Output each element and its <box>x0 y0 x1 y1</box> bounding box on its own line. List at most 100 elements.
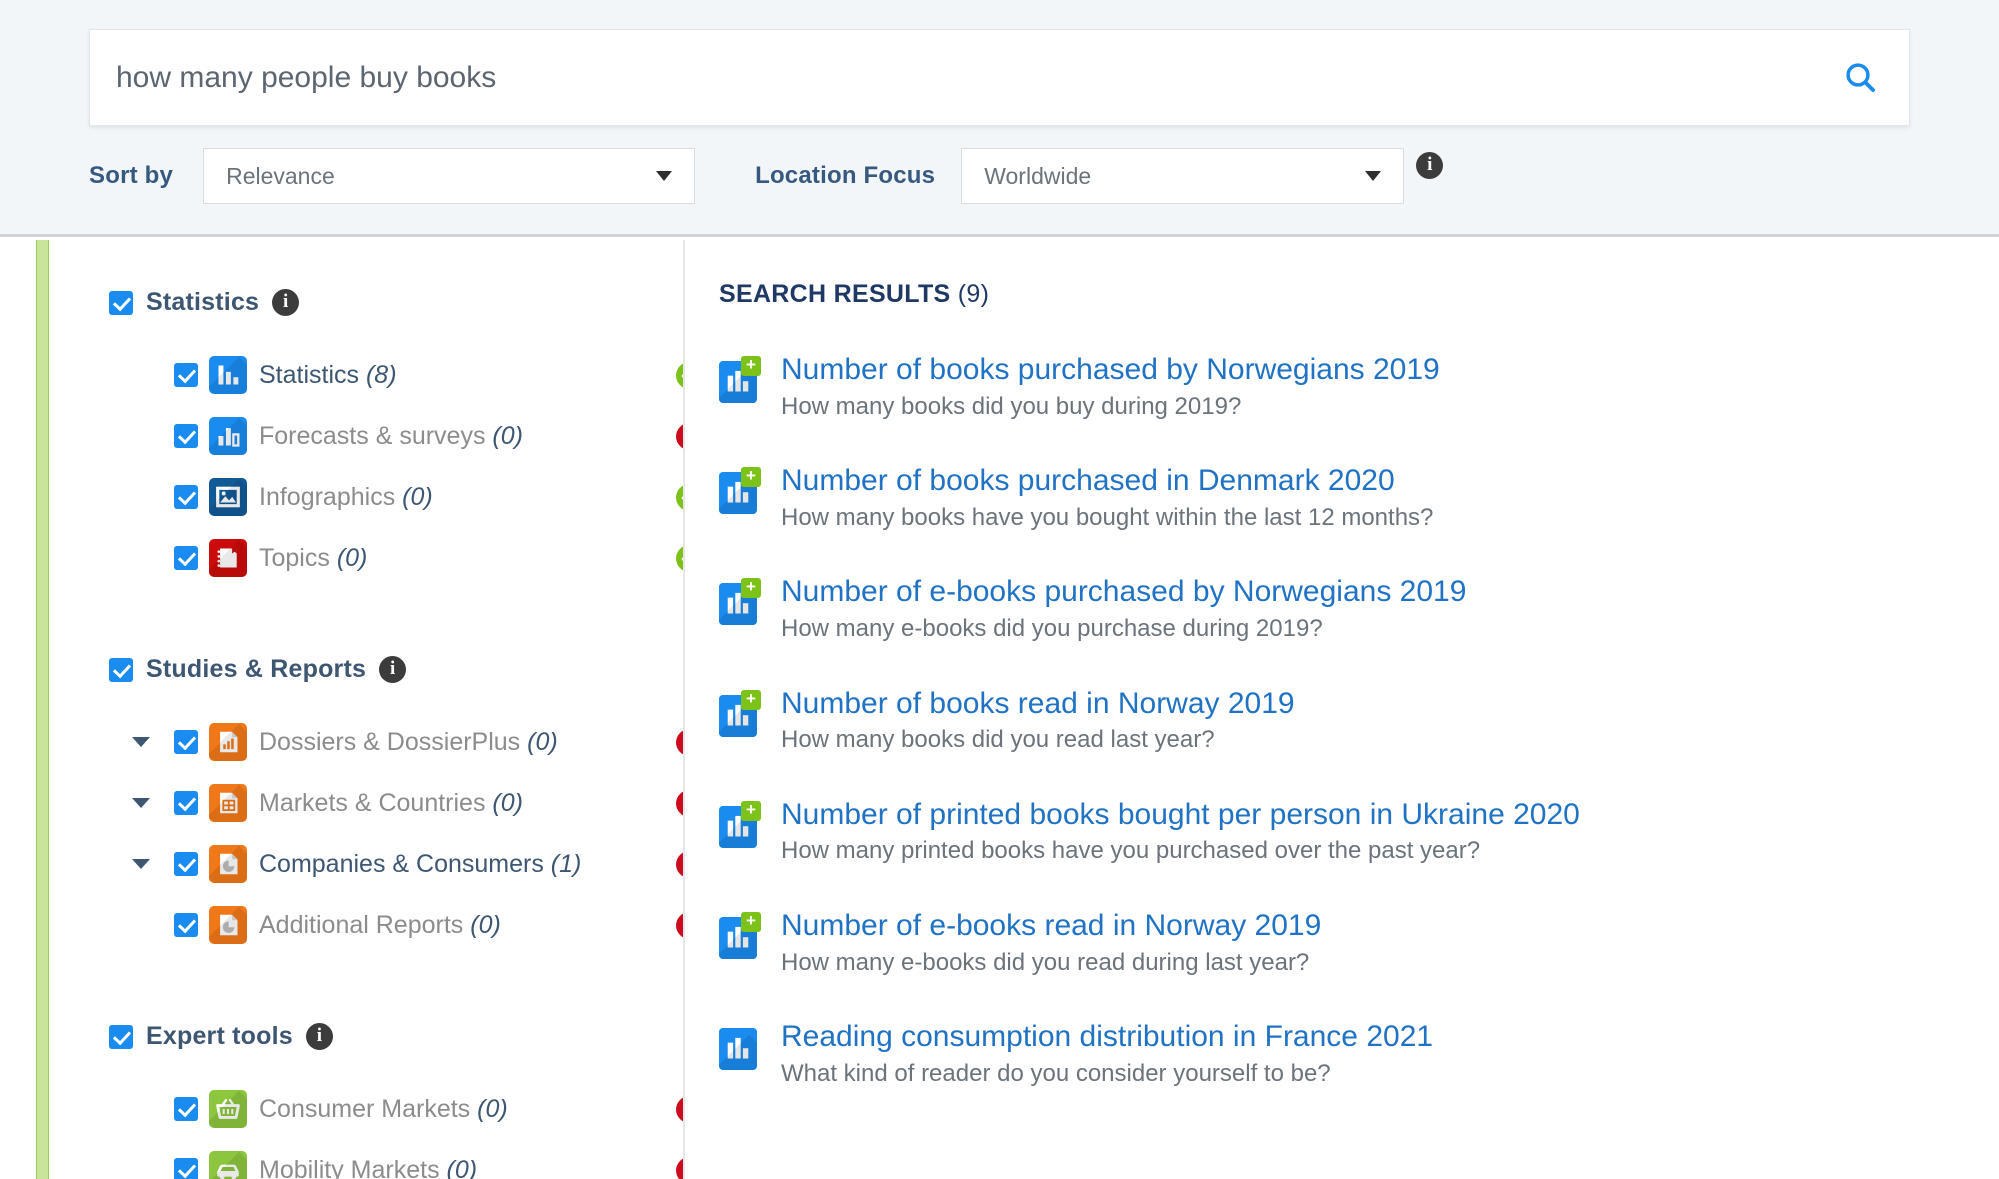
result-title[interactable]: Number of e-books purchased by Norwegian… <box>781 575 1999 609</box>
filter-row[interactable]: Dossiers & DossierPlus (0) <box>49 717 685 767</box>
info-glyph: i <box>390 659 395 678</box>
filter-label-text: Mobility Markets <box>259 1156 440 1179</box>
search-result-item[interactable]: Reading consumption distribution in Fran… <box>719 1020 1999 1087</box>
group-info-icon[interactable]: i <box>272 289 299 316</box>
filter-count: (0) <box>470 911 501 939</box>
result-subtitle: How many printed books have you purchase… <box>781 837 1999 865</box>
filter-checkbox[interactable] <box>174 852 198 876</box>
content-area: StatisticsiStatistics (8)Forecasts & sur… <box>0 240 1999 1179</box>
info-glyph: i <box>317 1026 322 1045</box>
filter-row[interactable]: Consumer Markets (0) <box>49 1084 685 1134</box>
filter-label: Topics (0) <box>259 544 367 573</box>
filter-label: Additional Reports (0) <box>259 911 501 940</box>
search-result-item[interactable]: + Number of books purchased by Norwegians… <box>719 353 1999 420</box>
result-subtitle: What kind of reader do you consider your… <box>781 1060 1999 1088</box>
search-result-item[interactable]: +Number of books read in Norway 2019How … <box>719 687 1999 754</box>
filter-count: (0) <box>402 483 433 511</box>
image-icon <box>209 478 247 516</box>
status-badge <box>676 1096 685 1123</box>
group-info-icon[interactable]: i <box>306 1023 333 1050</box>
filter-row[interactable]: Companies & Consumers (1) <box>49 839 685 889</box>
result-title[interactable]: Number of e-books read in Norway 2019 <box>781 909 1999 943</box>
search-result-item[interactable]: + Number of e-books read in Norway 2019 Ho… <box>719 909 1999 976</box>
sort-by-value: Relevance <box>204 163 335 190</box>
filter-controls: Sort by Relevance Location Focus Worldwi… <box>89 148 1443 204</box>
filter-row[interactable]: Topics (0) <box>49 533 685 583</box>
status-badge <box>676 790 685 817</box>
sort-by-select[interactable]: Relevance <box>203 148 695 204</box>
search-result-item[interactable]: + Number of books purchased in Denmark 20… <box>719 464 1999 531</box>
filter-row[interactable]: Mobility Markets (0) <box>49 1145 685 1179</box>
group-checkbox[interactable] <box>109 1025 133 1049</box>
result-title[interactable]: Number of printed books bought per perso… <box>781 798 1999 832</box>
basket-icon <box>209 1090 247 1128</box>
filter-label: Mobility Markets (0) <box>259 1156 477 1179</box>
result-subtitle: How many books have you bought within th… <box>781 504 1999 532</box>
statistic-icon: + <box>719 356 761 404</box>
filter-row[interactable]: Forecasts & surveys (0) <box>49 411 685 461</box>
filter-group-header: Studies & Reports i <box>49 655 406 684</box>
filter-checkbox[interactable] <box>174 791 198 815</box>
premium-plus-badge: + <box>741 356 761 376</box>
car-icon <box>209 1151 247 1179</box>
premium-plus-badge: + <box>741 801 761 821</box>
search-input[interactable] <box>90 61 1813 95</box>
filter-count: (0) <box>447 1156 478 1179</box>
premium-plus-badge: + <box>741 467 761 487</box>
filter-checkbox[interactable] <box>174 1097 198 1121</box>
filter-label-text: Dossiers & DossierPlus <box>259 728 520 756</box>
result-subtitle: How many e-books did you read during las… <box>781 949 1999 977</box>
group-title: Studies & Reports <box>146 655 366 684</box>
filter-row[interactable]: Markets & Countries (0) <box>49 778 685 828</box>
filter-label: Infographics (0) <box>259 483 433 512</box>
filter-checkbox[interactable] <box>174 546 198 570</box>
location-info-icon[interactable]: i <box>1416 152 1443 179</box>
group-title: Expert tools <box>146 1022 293 1051</box>
status-badge <box>676 423 685 450</box>
info-glyph: i <box>1427 155 1432 174</box>
filter-checkbox[interactable] <box>174 363 198 387</box>
chevron-down-icon[interactable] <box>132 798 150 808</box>
chevron-down-icon[interactable] <box>132 859 150 869</box>
filter-checkbox[interactable] <box>174 913 198 937</box>
group-checkbox[interactable] <box>109 658 133 682</box>
result-title[interactable]: Number of books read in Norway 2019 <box>781 687 1999 721</box>
filter-checkbox[interactable] <box>174 730 198 754</box>
results-list: + Number of books purchased by Norwegians… <box>719 353 1999 1087</box>
filter-row[interactable]: Additional Reports (0) <box>49 900 685 950</box>
results-heading: SEARCH RESULTS (9) <box>719 280 1999 309</box>
statistic-icon: + <box>719 578 761 626</box>
statistic-icon: + <box>719 801 761 849</box>
filter-row[interactable]: Infographics (0) <box>49 472 685 522</box>
search-submit-button[interactable] <box>1813 30 1909 125</box>
premium-plus-badge: + <box>741 912 761 932</box>
filter-checkbox[interactable] <box>174 424 198 448</box>
chevron-down-icon <box>656 171 672 181</box>
green-accent-rail <box>36 240 49 1179</box>
filter-label: Dossiers & DossierPlus (0) <box>259 728 558 757</box>
bar-chart-icon <box>209 356 247 394</box>
info-glyph: i <box>283 292 288 311</box>
result-title[interactable]: Number of books purchased by Norwegians … <box>781 353 1999 387</box>
filter-checkbox[interactable] <box>174 1158 198 1179</box>
search-bar[interactable] <box>89 29 1910 126</box>
chevron-down-icon[interactable] <box>132 737 150 747</box>
filter-label-text: Markets & Countries <box>259 789 485 817</box>
filter-count: (0) <box>492 789 523 817</box>
location-focus-select[interactable]: Worldwide <box>961 148 1404 204</box>
search-result-item[interactable]: + Number of printed books bought per pers… <box>719 798 1999 865</box>
group-info-icon[interactable]: i <box>379 656 406 683</box>
filter-row[interactable]: Statistics (8) <box>49 350 685 400</box>
results-heading-text: SEARCH RESULTS <box>719 280 951 308</box>
filter-count: (8) <box>366 361 397 389</box>
status-badge <box>676 484 685 511</box>
filter-label-text: Topics <box>259 544 330 572</box>
filter-label-text: Forecasts & surveys <box>259 422 485 450</box>
result-title[interactable]: Number of books purchased in Denmark 202… <box>781 464 1999 498</box>
group-checkbox[interactable] <box>109 291 133 315</box>
status-badge <box>676 1157 685 1179</box>
search-result-item[interactable]: + Number of e-books purchased by Norwegia… <box>719 575 1999 642</box>
filter-checkbox[interactable] <box>174 485 198 509</box>
result-title[interactable]: Reading consumption distribution in Fran… <box>781 1020 1999 1054</box>
filter-label: Consumer Markets (0) <box>259 1095 508 1124</box>
